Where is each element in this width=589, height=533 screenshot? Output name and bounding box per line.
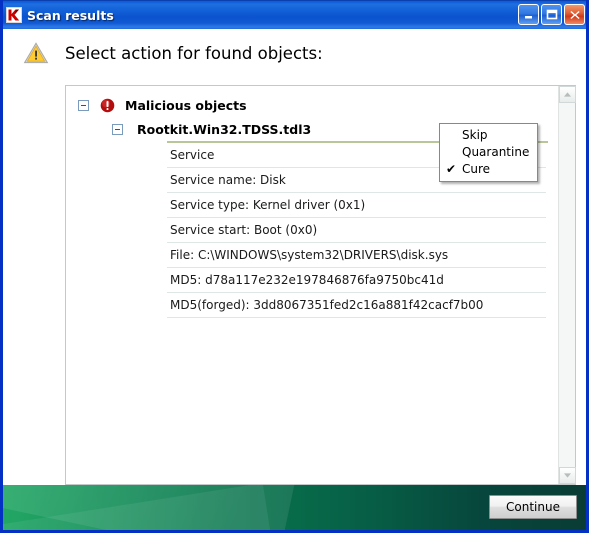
detail-row: MD5: d78a117e232e197846876fa9750bc41d bbox=[167, 268, 546, 293]
footer-bar: Continue bbox=[3, 485, 586, 530]
continue-button[interactable]: Continue bbox=[489, 495, 577, 519]
menu-item-skip[interactable]: Skip bbox=[440, 127, 537, 144]
scan-results-window: Scan results Select action for found obj… bbox=[0, 0, 589, 533]
action-dropdown-menu[interactable]: Skip Quarantine ✔ Cure bbox=[439, 123, 538, 182]
group-label: Malicious objects bbox=[125, 97, 247, 113]
title-bar: Scan results bbox=[3, 0, 586, 29]
window-title: Scan results bbox=[27, 7, 114, 23]
warning-triangle-icon bbox=[23, 41, 49, 65]
checkmark-icon: ✔ bbox=[446, 162, 457, 176]
maximize-button[interactable] bbox=[541, 4, 562, 25]
menu-item-label: Skip bbox=[462, 128, 488, 142]
kaspersky-logo-icon bbox=[6, 7, 22, 23]
chevron-down-icon[interactable] bbox=[559, 467, 576, 484]
detail-row: MD5(forged): 3dd8067351fed2c16a881f42cac… bbox=[167, 293, 546, 318]
tree-group-row[interactable]: Malicious objects bbox=[66, 95, 558, 115]
detail-row: File: C:\WINDOWS\system32\DRIVERS\disk.s… bbox=[167, 243, 546, 268]
scrollbar-track[interactable] bbox=[559, 103, 575, 467]
close-button[interactable] bbox=[564, 4, 585, 25]
menu-item-cure[interactable]: ✔ Cure bbox=[440, 161, 537, 178]
chevron-up-icon[interactable] bbox=[559, 86, 576, 103]
vertical-scrollbar[interactable] bbox=[558, 86, 576, 484]
menu-item-label: Quarantine bbox=[462, 145, 530, 159]
error-circle-icon bbox=[100, 98, 115, 113]
threat-name-label: Rootkit.Win32.TDSS.tdl3 bbox=[137, 122, 312, 137]
menu-item-label: Cure bbox=[462, 162, 491, 176]
detail-row: Service type: Kernel driver (0x1) bbox=[167, 193, 546, 218]
header-title: Select action for found objects: bbox=[65, 43, 323, 63]
minimize-button[interactable] bbox=[518, 4, 539, 25]
window-controls bbox=[518, 4, 585, 25]
group-expander-icon[interactable] bbox=[78, 99, 89, 111]
dialog-header: Select action for found objects: bbox=[3, 29, 586, 77]
menu-item-quarantine[interactable]: Quarantine bbox=[440, 144, 537, 161]
item-expander-icon[interactable] bbox=[112, 124, 123, 135]
detail-row: Service start: Boot (0x0) bbox=[167, 218, 546, 243]
